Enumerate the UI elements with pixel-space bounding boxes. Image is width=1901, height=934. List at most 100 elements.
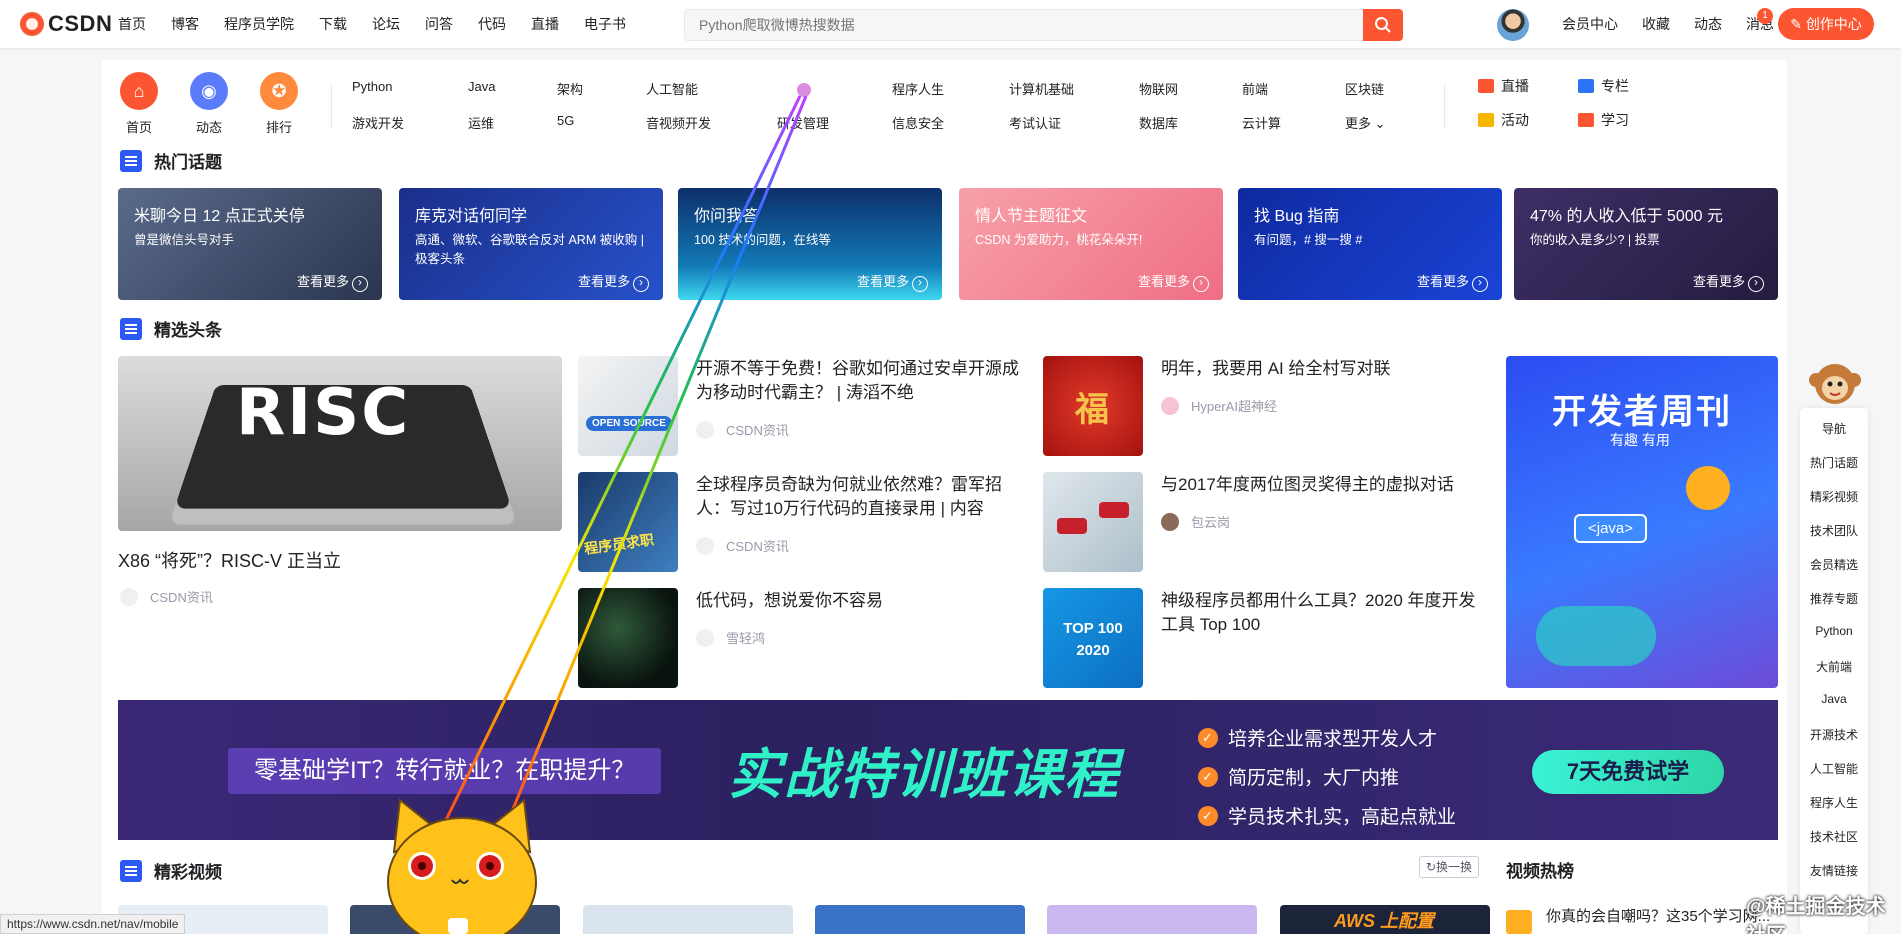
float-nav-item[interactable]: 热门话题 <box>1800 454 1868 471</box>
float-nav-item[interactable]: Java <box>1800 692 1868 706</box>
topic-card[interactable]: 47% 的人收入低于 5000 元 你的收入是多少? | 投票 查看更多 <box>1514 188 1778 300</box>
topic-card[interactable]: 情人节主题征文 CSDN 为爱助力，桃花朵朵开! 查看更多 <box>959 188 1223 300</box>
category-game-dev[interactable]: 游戏开发 <box>352 113 404 132</box>
news-title[interactable]: 低代码，想说爱你不容易 <box>696 589 1026 613</box>
news-title[interactable]: 与2017年度两位图灵奖得主的虚拟对话 <box>1161 473 1491 497</box>
topic-title: 找 Bug 指南 <box>1254 208 1340 225</box>
create-center-button[interactable]: 创作中心 <box>1778 8 1874 40</box>
search-button[interactable] <box>1363 9 1403 41</box>
category-frontend[interactable]: 前端 <box>1242 79 1268 98</box>
topic-more-link[interactable]: 查看更多 <box>297 271 368 292</box>
category-activity-label: 动态 <box>195 120 222 135</box>
news-title[interactable]: 开源不等于免费！谷歌如何通过安卓开源成为移动时代霸主？ | 涛滔不绝 <box>696 357 1026 405</box>
float-nav-item[interactable]: 开源技术 <box>1800 726 1868 743</box>
search-input[interactable] <box>684 9 1365 41</box>
free-trial-button[interactable]: 7天免费试学 <box>1532 750 1724 794</box>
float-nav-item[interactable]: 推荐专题 <box>1800 590 1868 607</box>
user-avatar[interactable] <box>1497 9 1529 41</box>
nav-download[interactable]: 下载 <box>319 14 347 34</box>
category-more[interactable]: 更多 ⌄ <box>1345 113 1386 132</box>
category-python[interactable]: Python <box>352 79 392 94</box>
csdn-logo[interactable]: CSDN <box>20 10 112 38</box>
topic-more-link[interactable]: 查看更多 <box>1138 271 1209 292</box>
topic-card[interactable]: 米聊今日 12 点正式关停 曾是微信头号对手 查看更多 <box>118 188 382 300</box>
news-title[interactable]: 神级程序员都用什么工具？2020 年度开发工具 Top 100 <box>1161 589 1491 637</box>
category-ops[interactable]: 运维 <box>468 113 494 132</box>
category-architecture[interactable]: 架构 <box>557 79 583 98</box>
nav-ebook[interactable]: 电子书 <box>584 14 626 34</box>
category-5g[interactable]: 5G <box>557 113 574 128</box>
refresh-button[interactable]: ↻换一换 <box>1419 856 1479 878</box>
category-blockchain[interactable]: 区块链 <box>1345 79 1384 98</box>
column-label: 专栏 <box>1601 78 1629 94</box>
live-link[interactable]: 直播 <box>1478 76 1529 96</box>
float-nav-item[interactable]: 会员精选 <box>1800 556 1868 573</box>
mascot-monkey-icon[interactable] <box>1806 358 1864 408</box>
category-home[interactable]: ⌂ 首页 <box>116 72 162 136</box>
video-rank-item[interactable]: 你真的会自嘲吗？这35个学习网... <box>1546 905 1770 926</box>
nav-academy[interactable]: 程序员学院 <box>224 14 294 34</box>
nav-blog[interactable]: 博客 <box>171 14 199 34</box>
float-nav-item[interactable]: 导航 <box>1800 420 1868 437</box>
category-ai[interactable]: 人工智能 <box>646 79 698 98</box>
headline-image-text: RISC <box>236 376 411 450</box>
news-thumbnail[interactable]: 福 <box>1043 356 1143 456</box>
nav-forum[interactable]: 论坛 <box>372 14 400 34</box>
float-nav-item[interactable]: 友情链接 <box>1800 862 1868 879</box>
topic-more-link[interactable]: 查看更多 <box>857 271 928 292</box>
topic-more-link[interactable]: 查看更多 <box>578 271 649 292</box>
topic-card[interactable]: 库克对话何同学 高通、微软、谷歌联合反对 ARM 被收购 | 极客头条 查看更多 <box>399 188 663 300</box>
headline-image[interactable]: RISC <box>118 356 562 531</box>
nav-qa[interactable]: 问答 <box>425 14 453 34</box>
category-home-label: 首页 <box>125 120 152 135</box>
topic-card[interactable]: 找 Bug 指南 有问题，# 搜一搜 # 查看更多 <box>1238 188 1502 300</box>
video-thumbnail[interactable] <box>583 905 793 934</box>
news-thumbnail[interactable]: OPEN SOURCE <box>578 356 678 456</box>
category-ranking[interactable]: ✪ 排行 <box>256 72 302 136</box>
float-nav-item[interactable]: 技术社区 <box>1800 828 1868 845</box>
float-nav-item[interactable]: 程序人生 <box>1800 794 1868 811</box>
nav-live[interactable]: 直播 <box>531 14 559 34</box>
float-nav-item[interactable]: 人工智能 <box>1800 760 1868 777</box>
category-java[interactable]: Java <box>468 79 495 94</box>
section-icon <box>120 317 142 340</box>
float-nav-item[interactable]: Python <box>1800 624 1868 638</box>
category-cs-basics[interactable]: 计算机基础 <box>1009 79 1074 98</box>
category-rd-management[interactable]: 研发管理 <box>777 113 829 132</box>
nav-code[interactable]: 代码 <box>478 14 506 34</box>
category-cloud[interactable]: 云计算 <box>1242 113 1281 132</box>
float-nav-item[interactable]: 大前端 <box>1800 658 1868 675</box>
category-programmer-life[interactable]: 程序人生 <box>892 79 944 98</box>
news-thumbnail[interactable] <box>1043 472 1143 572</box>
news-title[interactable]: 全球程序员奇缺为何就业依然难？雷军招人：写过10万行代码的直接录用 | 内容 <box>696 473 1026 521</box>
category-av-dev[interactable]: 音视频开发 <box>646 113 711 132</box>
category-certification[interactable]: 考试认证 <box>1009 113 1061 132</box>
category-iot[interactable]: 物联网 <box>1139 79 1178 98</box>
study-link[interactable]: 学习 <box>1578 110 1629 130</box>
headline-main-title[interactable]: X86 “将死”？RISC-V 正当立 <box>118 547 341 573</box>
activity-link[interactable]: 动态 <box>1694 14 1722 34</box>
favorites-link[interactable]: 收藏 <box>1642 14 1670 34</box>
float-nav-item[interactable]: 精彩视频 <box>1800 488 1868 505</box>
news-thumbnail[interactable]: 程序员求职 <box>578 472 678 572</box>
news-thumbnail[interactable] <box>578 588 678 688</box>
video-thumbnail[interactable] <box>815 905 1025 934</box>
video-thumbnail[interactable] <box>1047 905 1257 934</box>
category-activity[interactable]: ◉ 动态 <box>186 72 232 136</box>
hot-topics-title: 热门话题 <box>120 148 222 173</box>
member-center-link[interactable]: 会员中心 <box>1562 14 1618 34</box>
topic-card[interactable]: 你问我答 100 技术的问题，在线等 查看更多 <box>678 188 942 300</box>
topic-more-link[interactable]: 查看更多 <box>1417 271 1488 292</box>
category-security[interactable]: 信息安全 <box>892 113 944 132</box>
column-link[interactable]: 专栏 <box>1578 76 1629 96</box>
events-link[interactable]: 活动 <box>1478 110 1529 130</box>
topic-more-link[interactable]: 查看更多 <box>1693 271 1764 292</box>
developer-weekly-banner[interactable]: 开发者周刊 有趣 有用 <java> <box>1506 356 1778 688</box>
float-nav-item[interactable]: 技术团队 <box>1800 522 1868 539</box>
training-course-banner[interactable]: 零基础学IT？转行就业？在职提升？ 实战特训班课程 培养企业需求型开发人才 简历… <box>118 700 1778 840</box>
nav-home[interactable]: 首页 <box>118 14 146 34</box>
video-thumbnail[interactable]: AWS 上配置 <box>1280 905 1490 934</box>
category-database[interactable]: 数据库 <box>1139 113 1178 132</box>
news-title[interactable]: 明年，我要用 AI 给全村写对联 <box>1161 357 1491 381</box>
news-thumbnail[interactable]: TOP 100 2020 <box>1043 588 1143 688</box>
